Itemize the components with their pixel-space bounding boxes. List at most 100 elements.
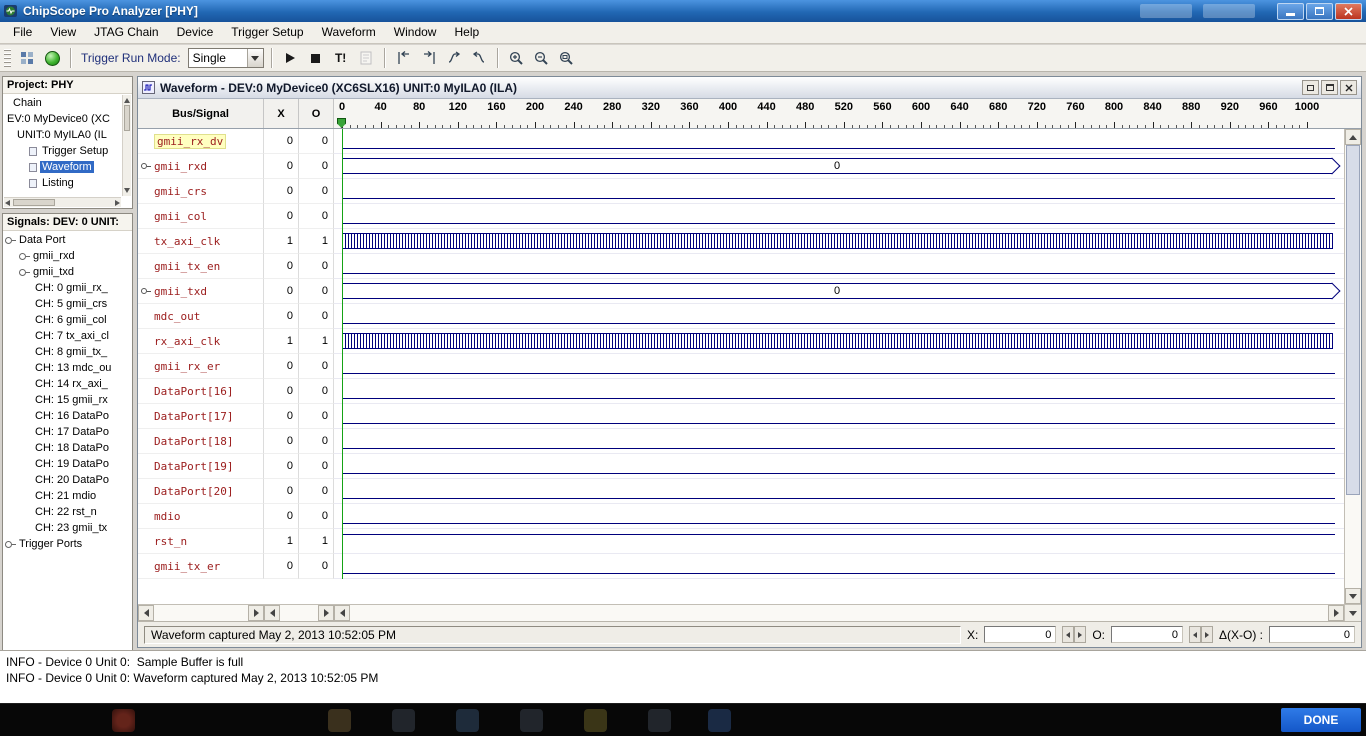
waveform-frame-titlebar[interactable]: Waveform - DEV:0 MyDevice0 (XC6SLX16) UN… — [138, 77, 1361, 99]
signal-name-cell[interactable]: mdio — [138, 504, 264, 529]
scroll-left-icon[interactable] — [264, 605, 280, 621]
menu-item-device[interactable]: Device — [168, 22, 223, 43]
project-tree-item[interactable]: UNIT:0 MyILA0 (IL — [3, 127, 122, 143]
scroll-left-icon[interactable] — [5, 200, 10, 206]
signal-name-cell[interactable]: DataPort[16] — [138, 379, 264, 404]
value-columns-scrollbar[interactable] — [264, 605, 334, 621]
signals-tree-item[interactable]: CH: 0 gmii_rx_ — [3, 280, 130, 296]
scroll-left-icon[interactable] — [334, 605, 350, 621]
signals-tree-item[interactable]: CH: 6 gmii_col — [3, 312, 130, 328]
signals-tree-item[interactable]: gmii_txd — [3, 264, 130, 280]
goto-o-marker-icon[interactable] — [418, 47, 440, 69]
signal-name-cell[interactable]: gmii_rxd — [138, 154, 264, 179]
expand-handle-icon[interactable] — [141, 163, 147, 169]
signals-tree-item[interactable]: CH: 16 DataPo — [3, 408, 130, 424]
signal-name-cell[interactable]: gmii_col — [138, 204, 264, 229]
export-button[interactable] — [355, 47, 377, 69]
x-cursor-line[interactable] — [342, 129, 343, 579]
signals-tree-item[interactable]: CH: 17 DataPo — [3, 424, 130, 440]
x-marker-field[interactable]: 0 — [984, 626, 1056, 643]
signal-waveform[interactable] — [334, 129, 1344, 154]
signal-waveform[interactable]: 0 — [334, 154, 1344, 179]
scroll-down-icon[interactable] — [124, 188, 130, 195]
menu-item-waveform[interactable]: Waveform — [313, 22, 385, 43]
signal-waveform[interactable] — [334, 254, 1344, 279]
signal-name-cell[interactable]: gmii_rx_dv — [138, 129, 264, 154]
signals-tree-item[interactable]: CH: 14 rx_axi_ — [3, 376, 130, 392]
scrollbar-thumb[interactable] — [13, 199, 55, 206]
o-decrement-icon[interactable] — [1189, 626, 1201, 643]
scroll-left-icon[interactable] — [138, 605, 154, 621]
stop-acquisition-button[interactable] — [305, 47, 327, 69]
project-vertical-scrollbar[interactable] — [122, 95, 131, 196]
scan-chain-button[interactable] — [41, 47, 63, 69]
x-increment-icon[interactable] — [1074, 626, 1086, 643]
o-increment-icon[interactable] — [1201, 626, 1213, 643]
menu-item-trigger-setup[interactable]: Trigger Setup — [222, 22, 312, 43]
signal-name-cell[interactable]: DataPort[20] — [138, 479, 264, 504]
maximize-button[interactable] — [1306, 3, 1333, 20]
signal-waveform[interactable]: 0 — [334, 279, 1344, 304]
taskbar-icon[interactable] — [392, 709, 415, 732]
frame-close-button[interactable] — [1340, 80, 1357, 95]
signals-tree-item[interactable]: CH: 7 tx_axi_cl — [3, 328, 130, 344]
signals-tree-item[interactable]: Data Port — [3, 232, 130, 248]
scrollbar-track[interactable] — [1345, 145, 1361, 588]
toolbar-grid-icon[interactable] — [16, 47, 38, 69]
scroll-up-icon[interactable] — [1345, 129, 1361, 145]
project-horizontal-scrollbar[interactable] — [4, 197, 121, 207]
project-tree-item[interactable]: Waveform — [3, 159, 122, 175]
zoom-fit-icon[interactable] — [556, 47, 578, 69]
trigger-run-mode-select[interactable]: Single — [188, 48, 264, 68]
signals-tree-item[interactable]: CH: 5 gmii_crs — [3, 296, 130, 312]
o-marker-field[interactable]: 0 — [1111, 626, 1183, 643]
close-button[interactable] — [1335, 3, 1362, 20]
signal-waveform[interactable] — [334, 529, 1344, 554]
signal-waveform[interactable] — [334, 404, 1344, 429]
waveform-vertical-scrollbar[interactable] — [1344, 129, 1361, 604]
toolbar-grip[interactable] — [4, 49, 11, 67]
signal-waveform[interactable] — [334, 379, 1344, 404]
next-edge-icon[interactable] — [468, 47, 490, 69]
taskbar-icon[interactable] — [648, 709, 671, 732]
signal-name-cell[interactable]: gmii_rx_er — [138, 354, 264, 379]
signal-waveform[interactable] — [334, 429, 1344, 454]
signal-waveform[interactable] — [334, 479, 1344, 504]
scrollbar-track[interactable] — [350, 605, 1328, 621]
signal-name-cell[interactable]: gmii_tx_er — [138, 554, 264, 579]
project-tree-item[interactable]: Listing — [3, 175, 122, 191]
signals-tree-item[interactable]: CH: 15 gmii_rx — [3, 392, 130, 408]
signal-waveform[interactable] — [334, 204, 1344, 229]
expand-handle-icon[interactable] — [141, 288, 147, 294]
tree-handle-icon[interactable] — [5, 541, 12, 548]
tree-handle-icon[interactable] — [19, 253, 26, 260]
signal-name-cell[interactable]: gmii_crs — [138, 179, 264, 204]
goto-x-marker-icon[interactable] — [393, 47, 415, 69]
signal-waveform[interactable] — [334, 329, 1344, 354]
signal-name-cell[interactable]: DataPort[18] — [138, 429, 264, 454]
signals-tree-item[interactable]: Trigger Ports — [3, 536, 130, 552]
signal-name-cell[interactable]: mdc_out — [138, 304, 264, 329]
menu-item-file[interactable]: File — [4, 22, 41, 43]
menu-item-view[interactable]: View — [41, 22, 85, 43]
waveform-scrollbar[interactable] — [334, 605, 1344, 621]
tree-handle-icon[interactable] — [19, 269, 26, 276]
taskbar-icon[interactable] — [112, 709, 135, 732]
frame-restore-button[interactable] — [1302, 80, 1319, 95]
signal-name-cell[interactable]: DataPort[17] — [138, 404, 264, 429]
scroll-right-icon[interactable] — [115, 200, 120, 206]
x-column-header[interactable]: X — [264, 99, 299, 128]
scroll-right-icon[interactable] — [1328, 605, 1344, 621]
frame-maximize-button[interactable] — [1321, 80, 1338, 95]
signals-tree-item[interactable]: CH: 13 mdc_ou — [3, 360, 130, 376]
zoom-in-icon[interactable] — [506, 47, 528, 69]
signals-tree-item[interactable]: CH: 22 rst_n — [3, 504, 130, 520]
signal-waveform[interactable] — [334, 554, 1344, 579]
run-trigger-button[interactable] — [280, 47, 302, 69]
signals-tree-item[interactable]: CH: 23 gmii_tx — [3, 520, 130, 536]
o-column-header[interactable]: O — [299, 99, 334, 128]
signals-tree-item[interactable]: CH: 21 mdio — [3, 488, 130, 504]
taskbar-icon[interactable] — [584, 709, 607, 732]
taskbar-icon[interactable] — [328, 709, 351, 732]
scroll-up-icon[interactable] — [124, 96, 130, 103]
